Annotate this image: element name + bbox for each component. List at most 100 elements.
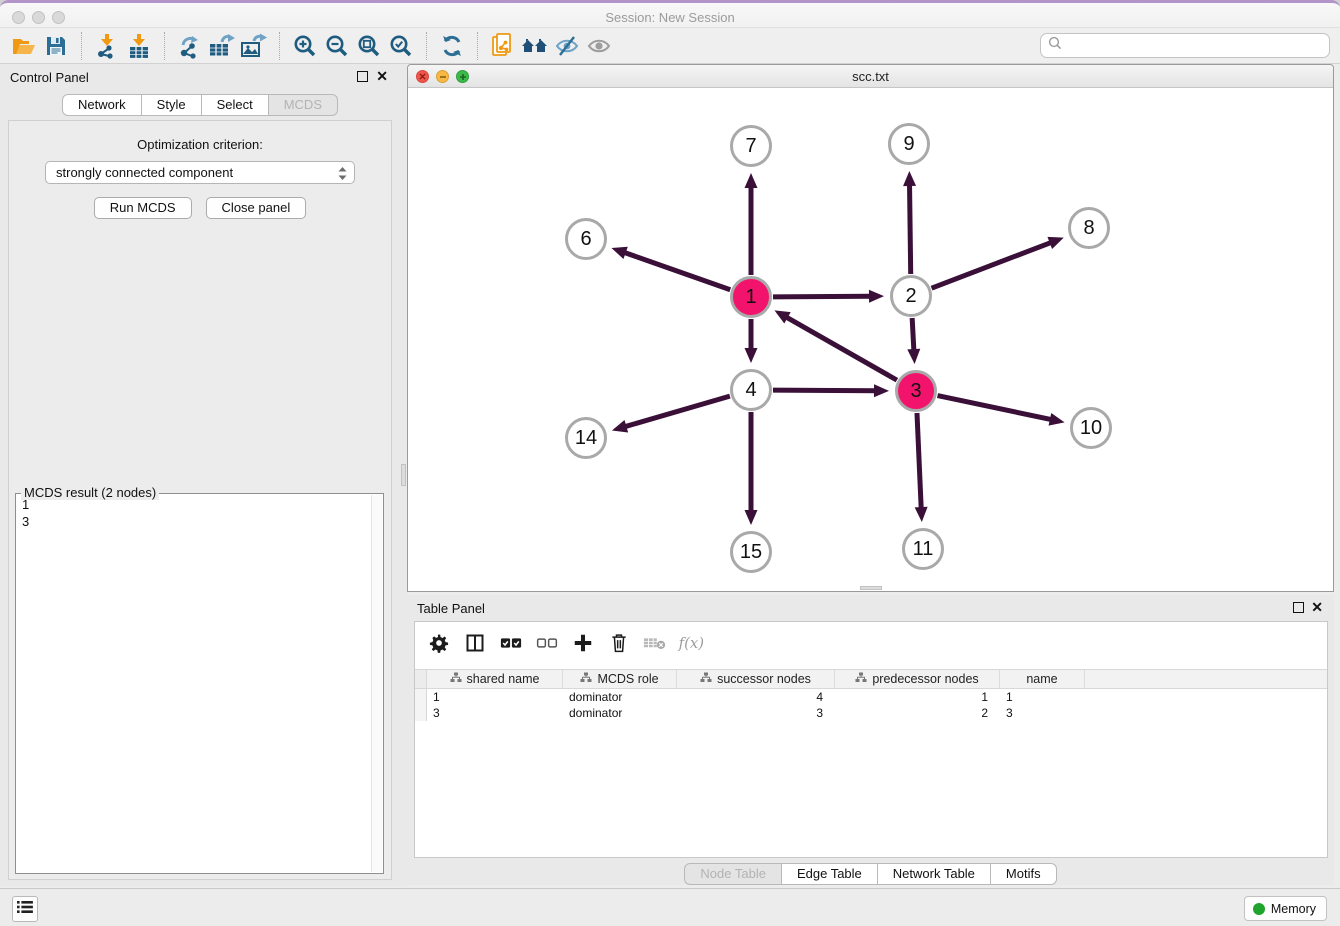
node-14[interactable]: 14 bbox=[565, 417, 607, 459]
cell[interactable]: 3 bbox=[677, 705, 835, 721]
edge-3-10[interactable] bbox=[938, 396, 1065, 426]
cell[interactable]: 2 bbox=[835, 705, 1000, 721]
edge-1-6[interactable] bbox=[611, 247, 730, 290]
refresh-network-icon[interactable] bbox=[436, 31, 468, 61]
memory-button[interactable]: Memory bbox=[1244, 896, 1327, 921]
row-gutter bbox=[415, 670, 427, 688]
zoom-in-icon[interactable] bbox=[289, 31, 321, 61]
tab-select[interactable]: Select bbox=[202, 94, 269, 116]
save-session-icon[interactable] bbox=[40, 31, 72, 61]
tab-motifs[interactable]: Motifs bbox=[991, 863, 1057, 885]
column-header-predecessor-nodes[interactable]: predecessor nodes bbox=[835, 670, 1000, 688]
network-view-window: scc.txt 7968124314101511 bbox=[407, 64, 1334, 592]
node-6[interactable]: 6 bbox=[565, 218, 607, 260]
svg-text:f(x): f(x) bbox=[678, 635, 705, 652]
float-panel-icon[interactable] bbox=[357, 71, 368, 82]
cell[interactable]: 3 bbox=[1000, 705, 1085, 721]
split-panel-icon[interactable] bbox=[461, 628, 489, 658]
node-2[interactable]: 2 bbox=[890, 275, 932, 317]
node-11[interactable]: 11 bbox=[902, 528, 944, 570]
search-input[interactable] bbox=[1063, 34, 1329, 57]
column-header-shared-name[interactable]: shared name bbox=[427, 670, 563, 688]
tab-style[interactable]: Style bbox=[142, 94, 202, 116]
cell[interactable]: 1 bbox=[1000, 689, 1085, 705]
node-10[interactable]: 10 bbox=[1070, 407, 1112, 449]
open-file-icon[interactable] bbox=[8, 31, 40, 61]
node-4[interactable]: 4 bbox=[730, 369, 772, 411]
column-header-successor-nodes[interactable]: successor nodes bbox=[677, 670, 835, 688]
node-1[interactable]: 1 bbox=[730, 276, 772, 318]
edge-4-15[interactable] bbox=[745, 412, 758, 525]
node-7[interactable]: 7 bbox=[730, 125, 772, 167]
tab-mcds[interactable]: MCDS bbox=[269, 94, 338, 116]
table-tabs: Node TableEdge TableNetwork TableMotifs bbox=[407, 863, 1334, 885]
import-network-icon[interactable] bbox=[91, 31, 123, 61]
zoom-fit-icon[interactable] bbox=[353, 31, 385, 61]
tab-edge-table[interactable]: Edge Table bbox=[782, 863, 878, 885]
select-all-icon[interactable] bbox=[497, 628, 525, 658]
edge-1-7[interactable] bbox=[745, 173, 758, 275]
cell[interactable]: dominator bbox=[563, 705, 677, 721]
table-row[interactable]: 1dominator411 bbox=[415, 689, 1327, 705]
network-from-selection-icon[interactable] bbox=[487, 31, 519, 61]
table-close-icon[interactable]: ✕ bbox=[1311, 599, 1323, 615]
cell[interactable]: 4 bbox=[677, 689, 835, 705]
column-header-MCDS-role[interactable]: MCDS role bbox=[563, 670, 677, 688]
node-9[interactable]: 9 bbox=[888, 123, 930, 165]
mcds-result-text[interactable]: 1 3 bbox=[22, 496, 370, 871]
tab-network-table[interactable]: Network Table bbox=[878, 863, 991, 885]
deselect-all-icon[interactable] bbox=[533, 628, 561, 658]
application-window: Session: New Session Control Panel ✕ Net… bbox=[0, 0, 1340, 926]
tab-node-table[interactable]: Node Table bbox=[684, 863, 782, 885]
sort-hierarchy-icon bbox=[855, 672, 867, 686]
table-float-icon[interactable] bbox=[1293, 602, 1304, 613]
zoom-selected-icon[interactable] bbox=[385, 31, 417, 61]
node-table: shared nameMCDS rolesuccessor nodesprede… bbox=[415, 669, 1327, 721]
export-table-icon[interactable] bbox=[206, 31, 238, 61]
optimization-criterion-select[interactable]: strongly connected component bbox=[45, 161, 355, 184]
main-toolbar bbox=[0, 28, 1340, 64]
edge-4-3[interactable] bbox=[773, 384, 889, 397]
close-panel-icon[interactable]: ✕ bbox=[376, 68, 388, 84]
edge-2-9[interactable] bbox=[903, 171, 916, 274]
close-panel-button[interactable]: Close panel bbox=[206, 197, 307, 219]
show-all-networks-icon[interactable] bbox=[519, 31, 551, 61]
edge-1-2[interactable] bbox=[773, 290, 884, 303]
gear-icon[interactable] bbox=[425, 628, 453, 658]
cell[interactable]: 1 bbox=[835, 689, 1000, 705]
cell[interactable]: 3 bbox=[427, 705, 563, 721]
run-mcds-button[interactable]: Run MCDS bbox=[94, 197, 192, 219]
delete-column-icon[interactable] bbox=[605, 628, 633, 658]
horizontal-splitter-handle[interactable] bbox=[860, 586, 882, 590]
sort-hierarchy-icon bbox=[580, 672, 592, 686]
column-header-name[interactable]: name bbox=[1000, 670, 1085, 688]
cell[interactable]: dominator bbox=[563, 689, 677, 705]
node-8[interactable]: 8 bbox=[1068, 207, 1110, 249]
zoom-out-icon[interactable] bbox=[321, 31, 353, 61]
titlebar: Session: New Session bbox=[0, 0, 1340, 28]
add-column-icon[interactable] bbox=[569, 628, 597, 658]
network-canvas[interactable]: 7 9 6 8 1 2 4 3 14 10 15 11 bbox=[408, 88, 1333, 591]
edge-2-3[interactable] bbox=[907, 318, 920, 364]
node-table-container: f(x) shared nameMCDS rolesuccessor nodes… bbox=[414, 621, 1328, 858]
vertical-splitter[interactable] bbox=[400, 64, 407, 886]
delete-table-icon bbox=[641, 628, 669, 658]
tab-network[interactable]: Network bbox=[62, 94, 142, 116]
memory-label: Memory bbox=[1271, 902, 1316, 916]
export-image-icon[interactable] bbox=[238, 31, 270, 61]
edge-1-4[interactable] bbox=[745, 319, 758, 363]
cell[interactable]: 1 bbox=[427, 689, 563, 705]
show-panels-button[interactable] bbox=[12, 896, 38, 922]
table-row[interactable]: 3dominator323 bbox=[415, 705, 1327, 721]
edge-4-14[interactable] bbox=[612, 396, 730, 432]
sort-hierarchy-icon bbox=[450, 672, 462, 686]
edge-3-1[interactable] bbox=[774, 310, 896, 380]
node-15[interactable]: 15 bbox=[730, 531, 772, 573]
export-network-icon[interactable] bbox=[174, 31, 206, 61]
edge-2-8[interactable] bbox=[932, 237, 1064, 288]
hide-selected-icon[interactable] bbox=[551, 31, 583, 61]
result-scrollbar[interactable] bbox=[371, 495, 382, 872]
import-table-icon[interactable] bbox=[123, 31, 155, 61]
edge-3-11[interactable] bbox=[915, 413, 928, 522]
node-3[interactable]: 3 bbox=[895, 370, 937, 412]
